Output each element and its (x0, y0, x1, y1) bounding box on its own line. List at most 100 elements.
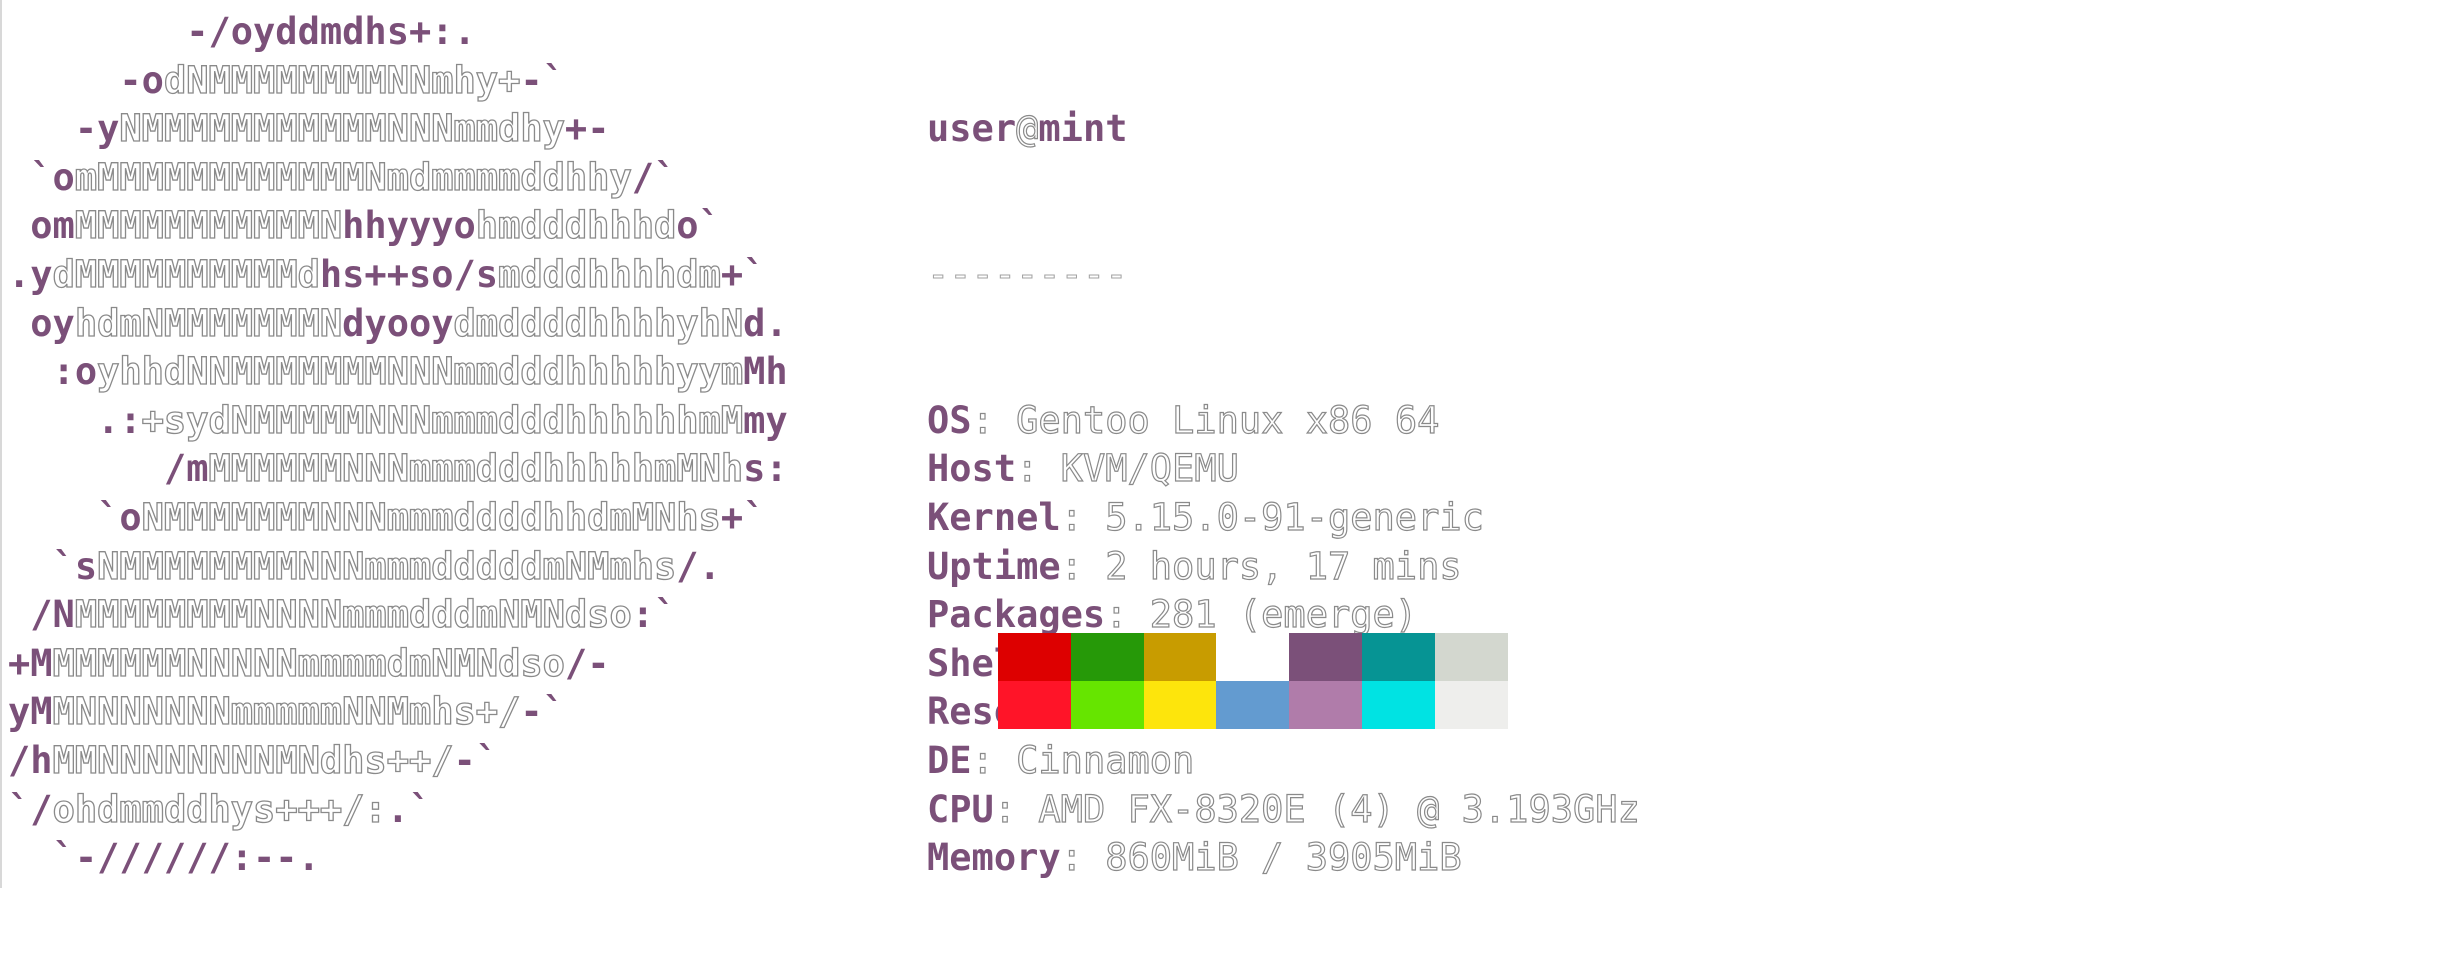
user-host-header: user@mint (927, 105, 1640, 154)
logo-segment: /- (564, 641, 610, 685)
logo-segment: +` (720, 495, 766, 539)
logo-segment: -y (8, 107, 120, 151)
color-swatch (1434, 681, 1508, 729)
color-swatch (1434, 633, 1508, 681)
logo-segment: `s (8, 544, 98, 588)
logo-segment: .y (8, 252, 53, 296)
logo-segment: +sydNMMMMMNNNmmmdddhhhhhhmM (141, 398, 744, 442)
logo-line: `sNMMMMMMMMNNNmmmdddddmNMmhs/. (8, 543, 788, 592)
info-colon: : (993, 787, 1039, 831)
logo-segment: -` (520, 690, 565, 734)
logo-segment: dNMMMMMMMMNNmhy+ (163, 58, 521, 102)
logo-segment: s: (743, 447, 788, 491)
info-key: DE (927, 738, 972, 782)
logo-segment: MNNNNNNNmmmmmNNMmhs+/ (52, 690, 521, 734)
info-colon: : (1016, 447, 1061, 491)
logo-line: `/ohdmmddhys+++/:.` (8, 786, 788, 835)
system-info-panel: user@mint --------- OS: Gentoo Linux x86… (927, 8, 1641, 980)
color-swatch (1070, 633, 1144, 681)
color-swatch (1216, 681, 1290, 729)
logo-segment: hmdddhhhd (475, 204, 677, 248)
color-palette (998, 633, 1508, 729)
logo-segment: .: (8, 398, 142, 442)
logo-line: :oyhhdNNMMMMMMMNNNmmdddhhhhhyymMh (8, 348, 788, 397)
logo-segment: +M (8, 641, 53, 685)
logo-segment: MMMMMMNNNNNmmmmdmNMNdso (52, 641, 566, 685)
info-key: Uptime (927, 544, 1061, 588)
logo-line: `-//////:--. (8, 834, 788, 883)
logo-segment: -/oyddmdhs+:. (8, 10, 476, 53)
logo-segment: MMMMMMMMNNNNmmmdddmNMNdso (74, 592, 632, 637)
info-key: Host (927, 447, 1017, 491)
logo-segment: /N (8, 593, 75, 637)
palette-row-bright (998, 681, 1508, 729)
logo-line: .:+sydNMMMMMNNNmmmdddhhhhhhmMmy (8, 397, 788, 446)
logo-line: -odNMMMMMMMMNNmhy+-` (8, 57, 788, 106)
info-key: CPU (927, 787, 994, 831)
info-key: Memory (927, 836, 1061, 880)
info-key: OS (927, 398, 972, 442)
info-key: Packages (927, 593, 1106, 637)
logo-segment: mdddhhhhdm (497, 252, 721, 296)
logo-line: `oNMMMMMMMNNNmmmddddhhdmMNhs+` (8, 494, 788, 543)
logo-line: yMMNNNNNNNmmmmmNNMmhs+/-` (8, 688, 788, 737)
logo-segment: NMMMMMMMNNNmmmddddhhdmMNhs (141, 495, 721, 539)
info-colon: : (1105, 593, 1150, 637)
info-colon: : (971, 738, 1017, 782)
logo-line: /mMMMMMMNNNmmmdddhhhhhmMNhs: (8, 445, 788, 494)
gentoo-ascii-logo: -/oyddmdhs+:. -odNMMMMMMMMNNmhy+-` -yNMM… (8, 8, 788, 883)
terminal-window[interactable]: -/oyddmdhs+:. -odNMMMMMMMMNNmhy+-` -yNMM… (0, 0, 2454, 888)
logo-line: oyhdmNMMMMMMMNdyooydmddddhhhhyhNd. (8, 300, 787, 349)
hostname: mint (1038, 107, 1128, 151)
info-value: Gentoo Linux x86 64 (1016, 398, 1440, 442)
logo-segment: /` (631, 155, 677, 199)
info-colon: : (1060, 544, 1106, 588)
logo-segment: dyooy (342, 301, 454, 345)
logo-segment: +` (720, 252, 766, 296)
info-row-kernel: Kernel: 5.15.0-91-generic (927, 494, 1640, 543)
logo-segment: MMMMMMMMMMMN (74, 204, 343, 248)
color-swatch (1216, 633, 1290, 681)
logo-line: /hMMNNNNNNNNMNdhs++/-` (8, 737, 788, 786)
logo-segment: hs++so/s (319, 252, 499, 296)
username: user (927, 107, 1017, 151)
logo-segment: dMMMMMMMMMMd (52, 252, 321, 296)
color-swatch (1289, 681, 1362, 729)
logo-segment: :o (8, 350, 98, 394)
logo-segment: my (743, 398, 788, 442)
logo-segment: /. (676, 544, 721, 588)
logo-segment: NMMMMMMMMMMMNNNmmdhy (119, 107, 566, 151)
logo-line: omMMMMMMMMMMMNhhyyyohmdddhhhdo` (8, 202, 788, 251)
info-value: Cinnamon (1016, 738, 1195, 782)
logo-line: -/oyddmdhs+:. (8, 8, 788, 57)
info-row-cpu: CPU: AMD FX-8320E (4) @ 3.193GHz (927, 786, 1640, 835)
logo-segment: Mh (743, 350, 788, 394)
logo-segment: -o (8, 58, 164, 102)
logo-segment: /m (8, 447, 209, 491)
logo-segment: :` (631, 593, 677, 637)
color-swatch (1361, 681, 1435, 729)
logo-segment: yhhdNNMMMMMMMNNNmmdddhhhhhyym (96, 350, 744, 394)
logo-segment: `/ (8, 787, 53, 831)
logo-segment: hhyyyo (342, 204, 476, 248)
info-colon: : (1060, 835, 1106, 880)
info-value: 2 hours, 17 mins (1105, 544, 1463, 588)
color-swatch (998, 633, 1071, 681)
logo-segment: `o (8, 155, 75, 199)
info-value: KVM/QEMU (1060, 447, 1239, 491)
logo-segment: oy (8, 301, 75, 345)
logo-segment: NMMMMMMMMNNNmmmdddddmNMmhs (96, 544, 677, 588)
info-row-uptime: Uptime: 2 hours, 17 mins (927, 543, 1640, 592)
logo-line: +MMMMMMMNNNNNmmmmdmNMNdso/- (8, 640, 788, 689)
info-value: 5.15.0-91-generic (1105, 495, 1485, 539)
palette-row-normal (998, 633, 1508, 681)
color-swatch (1143, 633, 1217, 681)
logo-segment: mMMMMMMMMMMMMNmdmmmmddhhy (74, 155, 632, 199)
info-value: AMD FX-8320E (4) @ 3.193GHz (1038, 787, 1641, 831)
logo-segment: /h (8, 738, 53, 782)
logo-segment: o` (676, 204, 721, 248)
info-row-de: DE: Cinnamon (927, 737, 1640, 786)
color-swatch (998, 681, 1071, 729)
logo-segment: dmddddhhhhyhN (453, 301, 744, 345)
logo-segment: ohdmmddhys+++/: (52, 787, 387, 831)
